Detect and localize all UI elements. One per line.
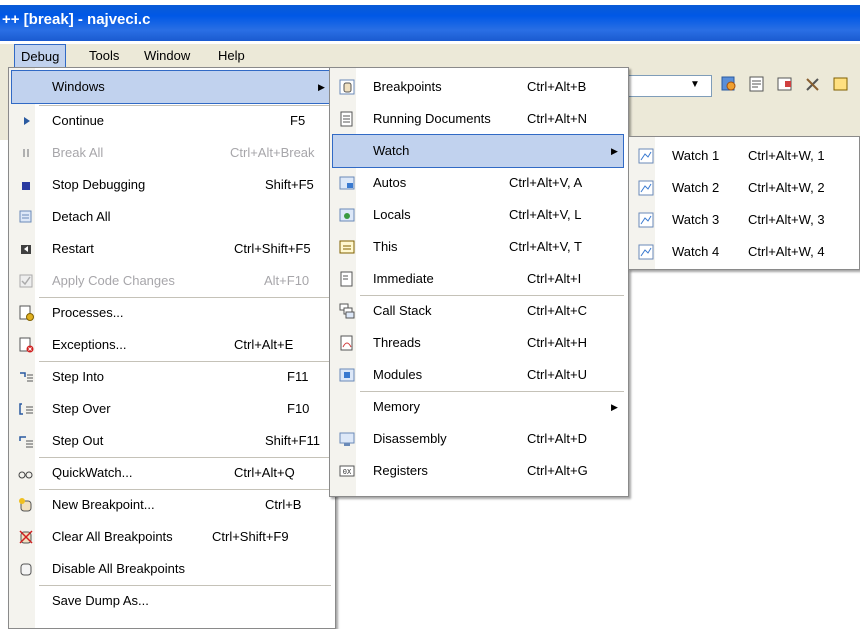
detach-icon xyxy=(19,210,32,223)
menu-item-processes[interactable]: Processes... xyxy=(12,297,330,329)
running-documents-icon xyxy=(340,111,353,127)
properties-icon[interactable] xyxy=(748,75,766,93)
menu-item-watch-3[interactable]: Watch 3 Ctrl+Alt+W, 3 xyxy=(632,204,854,236)
disable-breakpoints-icon xyxy=(20,563,32,576)
submenu-arrow-icon: ▶ xyxy=(611,146,618,156)
menu-help[interactable]: Help xyxy=(218,48,245,63)
new-breakpoint-icon xyxy=(19,498,32,512)
processes-icon xyxy=(19,305,34,321)
menu-item-restart[interactable]: Restart Ctrl+Shift+F5 xyxy=(12,233,330,265)
menu-item-apply-code-changes[interactable]: Apply Code Changes Alt+F10 xyxy=(12,265,330,297)
menu-item-immediate[interactable]: Immediate Ctrl+Alt+I xyxy=(333,263,623,295)
watch-icon xyxy=(638,148,654,164)
glasses-icon xyxy=(18,471,33,479)
step-into-icon xyxy=(20,372,33,382)
threads-icon xyxy=(340,335,353,351)
menu-tools[interactable]: Tools xyxy=(89,48,119,63)
object-browser-icon[interactable] xyxy=(776,75,794,93)
menu-item-stop-debugging[interactable]: Stop Debugging Shift+F5 xyxy=(12,169,330,201)
menu-item-windows[interactable]: Windows ▶ xyxy=(11,70,331,104)
menu-item-save-dump-as[interactable]: Save Dump As... xyxy=(12,585,330,617)
locals-icon xyxy=(339,208,355,222)
find-in-files-icon[interactable] xyxy=(720,75,738,93)
restart-icon xyxy=(21,245,31,254)
menu-debug[interactable]: Debug xyxy=(14,44,67,67)
menu-item-autos[interactable]: Autos Ctrl+Alt+V, A xyxy=(333,167,623,199)
menu-item-exceptions[interactable]: Exceptions... Ctrl+Alt+E xyxy=(12,329,330,361)
menu-item-breakpoints[interactable]: Breakpoints Ctrl+Alt+B xyxy=(333,71,623,103)
menu-window[interactable]: Window xyxy=(144,48,190,63)
clear-breakpoints-icon xyxy=(19,530,33,544)
toolbox-icon[interactable] xyxy=(804,75,822,93)
menu-item-modules[interactable]: Modules Ctrl+Alt+U xyxy=(333,359,623,391)
menu-item-call-stack[interactable]: Call Stack Ctrl+Alt+C xyxy=(333,295,623,327)
menu-item-quickwatch[interactable]: QuickWatch... Ctrl+Alt+Q xyxy=(12,457,330,489)
watch-icon xyxy=(638,212,654,228)
menu-item-watch-1[interactable]: Watch 1 Ctrl+Alt+W, 1 xyxy=(632,140,854,172)
exceptions-icon xyxy=(19,337,34,353)
menu-item-threads[interactable]: Threads Ctrl+Alt+H xyxy=(333,327,623,359)
window-titlebar: ++ [break] - najveci.c xyxy=(0,5,860,41)
menu-item-step-into[interactable]: Step Into F11 xyxy=(12,361,330,393)
step-out-icon xyxy=(19,436,33,448)
immediate-icon xyxy=(340,271,353,287)
this-icon xyxy=(339,240,355,254)
watch-submenu: Watch 1 Ctrl+Alt+W, 1 Watch 2 Ctrl+Alt+W… xyxy=(628,136,860,270)
menu-item-watch-2[interactable]: Watch 2 Ctrl+Alt+W, 2 xyxy=(632,172,854,204)
menu-item-registers[interactable]: 0X Registers Ctrl+Alt+G xyxy=(333,455,623,487)
menu-item-memory[interactable]: Memory ▶ xyxy=(333,391,623,423)
submenu-arrow-icon: ▶ xyxy=(611,402,618,412)
menu-item-new-breakpoint[interactable]: New Breakpoint... Ctrl+B xyxy=(12,489,330,521)
menu-item-break-all[interactable]: Break All Ctrl+Alt+Break xyxy=(12,137,330,169)
call-stack-icon xyxy=(339,303,355,319)
breakpoints-icon xyxy=(339,79,355,95)
apply-changes-icon xyxy=(19,274,33,288)
chevron-down-icon[interactable]: ▼ xyxy=(690,79,700,90)
class-view-icon[interactable] xyxy=(832,75,850,93)
menu-item-disassembly[interactable]: Disassembly Ctrl+Alt+D xyxy=(333,423,623,455)
menu-item-step-out[interactable]: Step Out Shift+F11 xyxy=(12,425,330,457)
pause-icon xyxy=(23,149,29,157)
watch-icon xyxy=(638,244,654,260)
menu-item-continue[interactable]: Continue F5 xyxy=(12,105,330,137)
stop-icon xyxy=(22,182,30,190)
menu-bar: Debug Tools Window Help xyxy=(0,44,860,67)
menu-item-running-documents[interactable]: Running Documents Ctrl+Alt+N xyxy=(333,103,623,135)
disassembly-icon xyxy=(339,432,355,446)
menu-item-disable-all-breakpoints[interactable]: Disable All Breakpoints xyxy=(12,553,330,585)
play-icon xyxy=(24,117,30,125)
step-over-icon xyxy=(19,403,33,415)
menu-item-step-over[interactable]: Step Over F10 xyxy=(12,393,330,425)
menu-item-watch[interactable]: Watch ▶ xyxy=(332,134,624,168)
modules-icon xyxy=(339,368,355,382)
svg-text:0X: 0X xyxy=(343,468,352,476)
menu-item-detach-all[interactable]: Detach All xyxy=(12,201,330,233)
windows-submenu: Breakpoints Ctrl+Alt+B Running Documents… xyxy=(329,67,629,497)
menu-item-this[interactable]: This Ctrl+Alt+V, T xyxy=(333,231,623,263)
window-title: ++ [break] - najveci.c xyxy=(2,11,151,28)
watch-icon xyxy=(638,180,654,196)
registers-icon: 0X xyxy=(339,465,355,477)
autos-icon xyxy=(339,176,355,190)
debug-menu: Windows ▶ Continue F5 Break All Ctrl+Alt… xyxy=(8,67,336,629)
menu-item-watch-4[interactable]: Watch 4 Ctrl+Alt+W, 4 xyxy=(632,236,854,268)
menu-item-clear-all-breakpoints[interactable]: Clear All Breakpoints Ctrl+Shift+F9 xyxy=(12,521,330,553)
menu-item-locals[interactable]: Locals Ctrl+Alt+V, L xyxy=(333,199,623,231)
submenu-arrow-icon: ▶ xyxy=(318,82,325,92)
